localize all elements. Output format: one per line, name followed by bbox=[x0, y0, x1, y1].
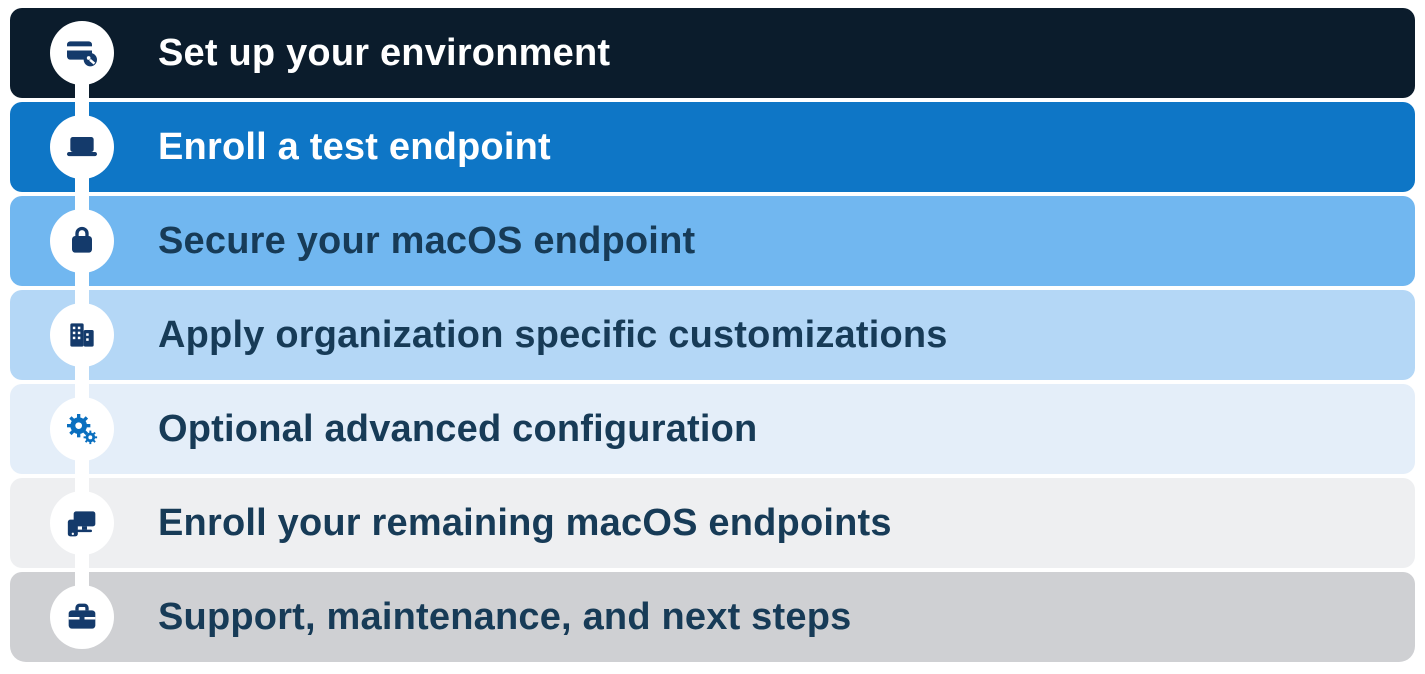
step-label: Optional advanced configuration bbox=[158, 408, 757, 451]
step-label: Set up your environment bbox=[158, 32, 610, 75]
step-label: Secure your macOS endpoint bbox=[158, 220, 695, 263]
step-secure-endpoint: Secure your macOS endpoint bbox=[10, 196, 1415, 286]
step-enroll-remaining: Enroll your remaining macOS endpoints bbox=[10, 478, 1415, 568]
laptop-icon bbox=[50, 115, 114, 179]
step-org-customizations: Apply organization specific customizatio… bbox=[10, 290, 1415, 380]
lock-icon bbox=[50, 209, 114, 273]
step-advanced-config: Optional advanced configuration bbox=[10, 384, 1415, 474]
step-setup-environment: Set up your environment bbox=[10, 8, 1415, 98]
step-label: Enroll a test endpoint bbox=[158, 126, 551, 169]
building-icon bbox=[50, 303, 114, 367]
step-label: Enroll your remaining macOS endpoints bbox=[158, 502, 892, 545]
devices-icon bbox=[50, 491, 114, 555]
step-support-maintenance: Support, maintenance, and next steps bbox=[10, 572, 1415, 662]
gears-icon bbox=[50, 397, 114, 461]
step-label: Apply organization specific customizatio… bbox=[158, 314, 948, 357]
card-key-icon bbox=[50, 21, 114, 85]
briefcase-icon bbox=[50, 585, 114, 649]
step-label: Support, maintenance, and next steps bbox=[158, 596, 851, 639]
step-enroll-test: Enroll a test endpoint bbox=[10, 102, 1415, 192]
deployment-steps-diagram: Set up your environment Enroll a test en… bbox=[0, 0, 1425, 674]
steps-list: Set up your environment Enroll a test en… bbox=[10, 8, 1415, 662]
